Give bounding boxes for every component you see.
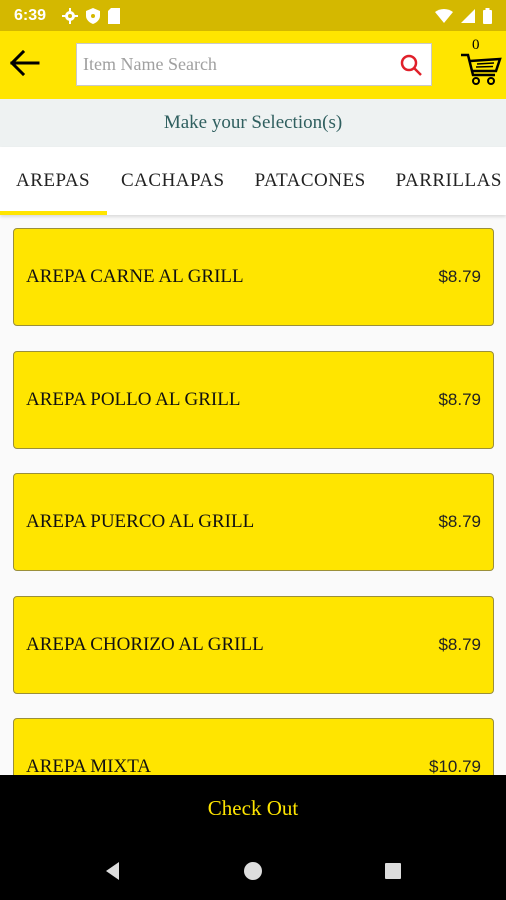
menu-item[interactable]: AREPA MIXTA $10.79 <box>13 718 494 775</box>
item-price: $10.79 <box>429 757 481 775</box>
gear-icon <box>62 7 79 24</box>
item-price: $8.79 <box>438 267 481 286</box>
nav-home-icon[interactable] <box>241 859 265 883</box>
selection-prompt: Make your Selection(s) <box>0 99 506 147</box>
item-name: AREPA PUERCO AL GRILL <box>26 511 255 532</box>
tab-label: PATACONES <box>254 170 366 191</box>
tab-parrillas[interactable]: PARRILLAS <box>382 147 506 215</box>
tab-label: CACHAPAS <box>121 170 225 191</box>
menu-item-list[interactable]: AREPA CARNE AL GRILL $8.79 AREPA POLLO A… <box>0 215 506 775</box>
status-time: 6:39 <box>14 6 47 24</box>
menu-item[interactable]: AREPA CHORIZO AL GRILL $8.79 <box>13 596 494 694</box>
tab-patacones[interactable]: PATACONES <box>239 147 382 215</box>
item-name: AREPA MIXTA <box>26 756 151 775</box>
search-icon[interactable] <box>391 45 431 85</box>
nav-back-icon[interactable] <box>101 859 125 883</box>
tab-label: PARRILLAS <box>395 170 502 191</box>
battery-icon <box>483 7 492 24</box>
item-price: $8.79 <box>438 390 481 409</box>
shield-icon <box>86 7 101 24</box>
item-name: AREPA CHORIZO AL GRILL <box>26 634 264 655</box>
tab-arepas[interactable]: AREPAS <box>0 147 107 215</box>
tab-cachapas[interactable]: CACHAPAS <box>107 147 239 215</box>
menu-item[interactable]: AREPA PUERCO AL GRILL $8.79 <box>13 473 494 571</box>
item-name: AREPA CARNE AL GRILL <box>26 266 244 287</box>
item-name: AREPA POLLO AL GRILL <box>26 389 241 410</box>
signal-icon <box>461 8 475 23</box>
system-nav-bar <box>0 841 506 900</box>
shopping-cart-icon <box>460 51 502 92</box>
app-toolbar: 0 <box>0 31 506 99</box>
item-price: $8.79 <box>438 512 481 531</box>
status-bar: 6:39 <box>0 0 506 31</box>
tab-label: AREPAS <box>16 170 91 191</box>
nav-recents-icon[interactable] <box>381 859 405 883</box>
wifi-icon <box>435 8 453 23</box>
search-input[interactable] <box>83 54 391 75</box>
menu-item[interactable]: AREPA POLLO AL GRILL $8.79 <box>13 351 494 449</box>
back-button[interactable] <box>0 31 50 99</box>
cart-button[interactable]: 0 <box>458 37 504 93</box>
sd-card-icon <box>108 7 121 24</box>
arrow-left-icon <box>9 49 40 81</box>
search-box <box>76 43 432 86</box>
checkout-button[interactable]: Check Out <box>0 775 506 841</box>
item-price: $8.79 <box>438 635 481 654</box>
category-tabs: AREPAS CACHAPAS PATACONES PARRILLAS <box>0 147 506 215</box>
menu-item[interactable]: AREPA CARNE AL GRILL $8.79 <box>13 228 494 326</box>
